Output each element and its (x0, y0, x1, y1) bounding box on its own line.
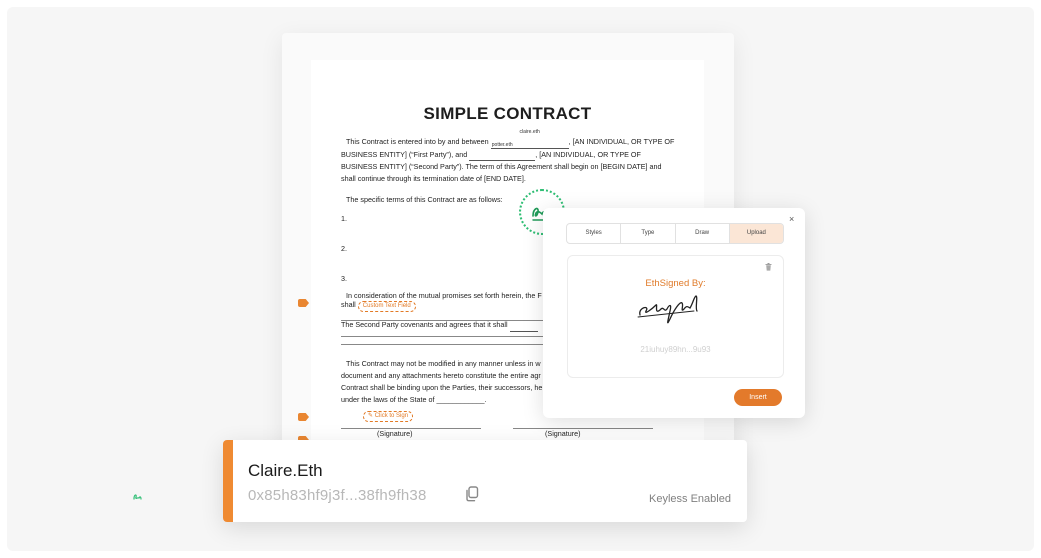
intro-line-4: shall continue through its termination d… (341, 173, 526, 183)
intro-line-2: BUSINESS ENTITY] (“First Party”), and po… (341, 142, 683, 162)
signature-label-left: (Signature) (377, 429, 413, 438)
click-to-sign-field[interactable]: ✎ Click to Sign (363, 409, 414, 422)
handwritten-signature (637, 295, 698, 324)
signer-address: 21iuhuy89hn...9u93 (640, 345, 711, 354)
signature-tabs: Styles Type Draw Upload (566, 223, 784, 244)
intro-text-c: BUSINESS ENTITY] (“First Party”), and (341, 149, 468, 159)
document-title: SIMPLE CONTRACT (423, 104, 592, 123)
signature-preview: EthSigned By: 21iuhuy89hn...9u93 (567, 255, 784, 378)
signature-line-right (513, 428, 653, 429)
contract-intro-paragraph: This Contract is entered into by and bet… (341, 129, 683, 184)
blank-line (341, 336, 571, 337)
intro-text-b: , [AN INDIVIDUAL, OR TYPE OF (568, 137, 675, 146)
shall-text: shall (341, 300, 356, 309)
signature-mark-icon (133, 494, 142, 500)
identity-card: Claire.Eth 0x85h83hf9j3f...38fh9fh38 Key… (223, 440, 747, 522)
intro-line-3: BUSINESS ENTITY] (“Second Party”). The t… (341, 162, 662, 172)
copy-icon[interactable] (465, 486, 479, 502)
wallet-address: 0x85h83hf9j3f...38fh9fh38 (248, 487, 427, 504)
first-party-value: claire.eth (519, 129, 540, 135)
trash-icon[interactable] (765, 263, 772, 271)
tab-upload[interactable]: Upload (729, 224, 783, 243)
insert-button[interactable]: Insert (734, 389, 782, 406)
signed-by-label: EthSigned By: (645, 278, 706, 289)
custom-text-field[interactable]: Custom Text Field (357, 301, 416, 312)
pen-icon: ✎ (368, 413, 374, 419)
covenants-text: The Second Party covenants and agrees th… (341, 320, 508, 329)
intro-text-d: , [AN INDIVIDUAL, OR TYPE OF (535, 149, 641, 159)
keyless-status: Keyless Enabled (649, 493, 731, 505)
second-party-field[interactable]: potter.eth (469, 142, 536, 162)
click-to-sign-label: Click to Sign (374, 413, 409, 419)
tab-styles[interactable]: Styles (567, 224, 622, 243)
signature-modal: × Styles Type Draw Upload EthSigned By: … (543, 208, 805, 418)
account-name: Claire.Eth (248, 461, 323, 480)
signature-label-right: (Signature) (545, 429, 581, 438)
close-icon[interactable]: × (789, 214, 794, 224)
terms-intro: The specific terms of this Contract are … (346, 195, 503, 204)
tab-type[interactable]: Type (621, 224, 676, 243)
second-party-value: potter.eth (491, 141, 513, 148)
tab-draw[interactable]: Draw (676, 224, 730, 243)
blank-line (341, 344, 571, 345)
accent-bar (223, 440, 233, 522)
click-to-sign-pill: ✎ Click to Sign (363, 411, 414, 422)
intro-text-a: This Contract is entered into by and bet… (346, 137, 489, 146)
covenants-blank (509, 319, 538, 332)
